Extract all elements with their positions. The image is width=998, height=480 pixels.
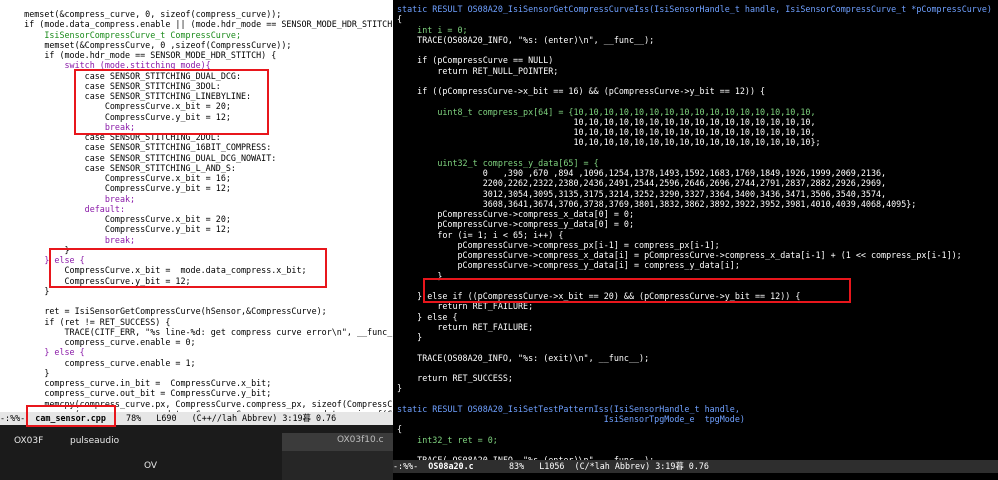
left-code-line[interactable]: case SENSOR_STITCHING_16BIT_COMPRESS: — [4, 142, 272, 153]
left-code-line[interactable]: break; — [4, 194, 135, 205]
taskbar-item-ov[interactable]: OV — [144, 461, 157, 471]
left-code-line[interactable]: memset(&CompressCurve, 0 ,sizeof(Compres… — [4, 40, 291, 51]
left-code-line[interactable]: CompressCurve.y_bit = 12; — [4, 183, 231, 194]
left-code-line[interactable]: CompressCurve.y_bit = 12; — [4, 224, 231, 235]
left-code-line[interactable]: break; — [4, 235, 135, 246]
right-code-line[interactable]: for (i= 1; i < 65; i++) { — [397, 230, 563, 241]
left-code-line[interactable]: case SENSOR_STITCHING_DUAL_DCG_NOWAIT: — [4, 153, 277, 164]
left-code-line[interactable]: compress_curve.out_bit = CompressCurve.y… — [4, 388, 271, 399]
right-code-line[interactable]: } — [397, 332, 422, 343]
right-code-line[interactable]: uint8_t compress_px[64] = {10,10,10,10,1… — [397, 107, 815, 118]
taskbar-item-pulseaudio[interactable]: pulseaudio — [70, 436, 119, 446]
right-code-line[interactable]: } else { — [397, 312, 457, 323]
right-code-line[interactable]: pCompressCurve->compress_x_data[0] = 0; — [397, 209, 634, 220]
right-code-line[interactable]: TRACE(OS08A20_INFO, "%s: (exit)\n", __fu… — [397, 353, 649, 364]
right-editor-pane[interactable]: static RESULT OS08A20_IsiSensorGetCompre… — [393, 0, 998, 480]
right-code-line[interactable]: 2200,2262,2322,2380,2436,2491,2544,2596,… — [397, 178, 886, 189]
left-code-line[interactable]: } — [4, 368, 49, 379]
background-window-title: OX03f10.c — [337, 435, 384, 445]
right-code-line[interactable]: { — [397, 424, 402, 435]
right-code-line[interactable]: pCompressCurve->compress_x_data[i] = pCo… — [397, 250, 962, 261]
left-code-line[interactable]: CompressCurve.x_bit = 16; — [4, 173, 231, 184]
right-code-line[interactable]: 10,10,10,10,10,10,10,10,10,10,10,10,10,1… — [397, 137, 820, 148]
left-code-line[interactable]: CompressCurve.x_bit = 20; — [4, 214, 231, 225]
right-code-line[interactable]: { — [397, 14, 402, 25]
right-code-line[interactable]: return RET_FAILURE; — [397, 322, 533, 333]
right-code-line[interactable]: return RET_SUCCESS; — [397, 373, 513, 384]
right-code-line[interactable]: pCompressCurve->compress_y_data[i] = com… — [397, 260, 740, 271]
left-code-line[interactable]: TRACE(CITF_ERR, "%s line-%d: get compres… — [4, 327, 393, 338]
right-code-line[interactable]: IsiSensorTpgMode_e tpgMode) — [397, 414, 745, 425]
right-code-line[interactable]: TRACE(OS08A20_INFO, "%s: (enter)\n", __f… — [397, 35, 654, 46]
right-code-line[interactable]: if ((pCompressCurve->x_bit == 16) && (pC… — [397, 86, 765, 97]
taskbar-item-ox03f[interactable]: OX03F — [14, 436, 43, 446]
right-modeline-filename[interactable]: OS08a20.c — [428, 461, 473, 471]
highlight-box-else-block — [49, 248, 327, 288]
left-code-line[interactable]: if (ret != RET_SUCCESS) { — [4, 317, 170, 328]
right-code-line[interactable]: 3608,3641,3674,3706,3738,3769,3801,3832,… — [397, 199, 917, 210]
left-code-line[interactable]: default: — [4, 204, 125, 215]
right-modeline: -:%%- OS08a20.c 83% L1056 (C/*lah Abbrev… — [393, 460, 998, 473]
left-code-line[interactable]: compress_curve.in_bit = CompressCurve.x_… — [4, 378, 271, 389]
right-code-line[interactable]: if (pCompressCurve == NULL) — [397, 55, 553, 66]
right-code-line[interactable]: static RESULT OS08A20_IsiSetTestPatternI… — [397, 404, 740, 415]
left-code-line[interactable]: memset(&compress_curve, 0, sizeof(compre… — [4, 9, 281, 20]
highlight-box-filename — [26, 405, 116, 427]
left-modeline-status: 78% L690 (C++//lah Abbrev) 3:19暮 0.76 — [105, 413, 337, 423]
left-code-line[interactable]: IsiSensorCompressCurve_t CompressCurve; — [4, 30, 241, 41]
right-code-line[interactable]: int i = 0; — [397, 25, 467, 36]
right-code-line[interactable]: static RESULT OS08A20_IsiSensorGetCompre… — [397, 4, 992, 15]
right-code-line[interactable]: 10,10,10,10,10,10,10,10,10,10,10,10,10,1… — [397, 127, 815, 138]
left-code-line[interactable]: if (mode.data_compress.enable || (mode.h… — [4, 19, 392, 30]
right-code-line[interactable]: } — [397, 383, 402, 394]
left-code-line[interactable]: case SENSOR_STITCHING_L_AND_S: — [4, 163, 236, 174]
right-code-area[interactable]: static RESULT OS08A20_IsiSensorGetCompre… — [393, 0, 998, 480]
right-code-line[interactable]: pCompressCurve->compress_px[i-1] = compr… — [397, 240, 720, 251]
left-code-line[interactable]: } — [4, 286, 49, 297]
background-window-body — [282, 451, 393, 480]
right-code-line[interactable]: uint32_t compress_y_data[65] = { — [397, 158, 598, 169]
left-code-line[interactable]: compress_curve.enable = 1; — [4, 358, 196, 369]
right-code-line[interactable]: return RET_NULL_POINTER; — [397, 66, 558, 77]
highlight-box-else-if — [423, 278, 851, 303]
left-code-line[interactable]: } else { — [4, 347, 84, 358]
left-code-line[interactable]: if (mode.hdr_mode == SENSOR_MODE_HDR_STI… — [4, 50, 276, 61]
background-window-titlebar[interactable]: OX03f10.c — [282, 433, 393, 451]
right-code-line[interactable]: int32_t ret = 0; — [397, 435, 498, 446]
right-code-line[interactable]: 0 ,390 ,670 ,894 ,1096,1254,1378,1493,15… — [397, 168, 886, 179]
right-code-line[interactable]: 3012,3054,3095,3135,3175,3214,3252,3290,… — [397, 189, 886, 200]
right-modeline-prefix: -:%%- — [393, 461, 429, 471]
left-code-line[interactable]: ret = IsiSensorGetCompressCurve(hSensor,… — [4, 306, 326, 317]
right-code-line[interactable]: 10,10,10,10,10,10,10,10,10,10,10,10,10,1… — [397, 117, 815, 128]
right-modeline-status: 83% L1056 (C/*lah Abbrev) 3:19暮 0.76 — [473, 461, 709, 471]
left-code-line[interactable]: compress_curve.enable = 0; — [4, 337, 196, 348]
highlight-box-case-block — [74, 69, 269, 135]
right-code-line[interactable]: pCompressCurve->compress_y_data[0] = 0; — [397, 219, 634, 230]
